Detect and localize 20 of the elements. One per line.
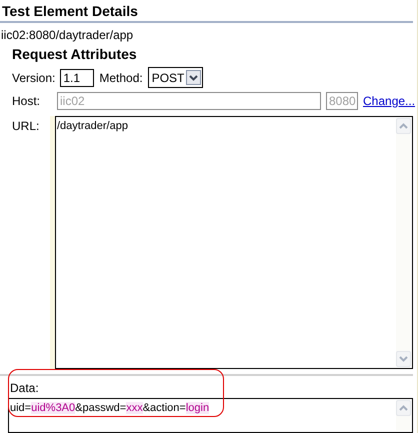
version-label: Version: (12, 70, 56, 84)
data-field[interactable]: uid=uid%3A0&passwd=xxx&action=login (8, 398, 413, 433)
panel-title: Test Element Details (0, 0, 413, 23)
url-field[interactable]: /daytrader/app (55, 116, 413, 369)
scrollbar[interactable] (396, 118, 411, 367)
scroll-down-button[interactable] (396, 351, 411, 367)
scrollbar[interactable] (396, 400, 411, 431)
down-caret-icon (399, 356, 408, 362)
version-field[interactable]: 1.1 (60, 68, 94, 86)
section-title: Request Attributes (11, 45, 138, 62)
method-dropdown[interactable]: POST (148, 67, 204, 88)
up-caret-icon (399, 405, 408, 411)
url-label: URL: (12, 118, 40, 135)
scroll-up-button[interactable] (396, 400, 411, 416)
data-label: Data: (9, 380, 40, 395)
request-path: iic02:8080/daytrader/app (0, 27, 134, 42)
scroll-up-button[interactable] (396, 118, 411, 134)
method-label: Method: (99, 70, 143, 84)
up-caret-icon (399, 123, 408, 129)
host-label: Host: (12, 94, 42, 108)
